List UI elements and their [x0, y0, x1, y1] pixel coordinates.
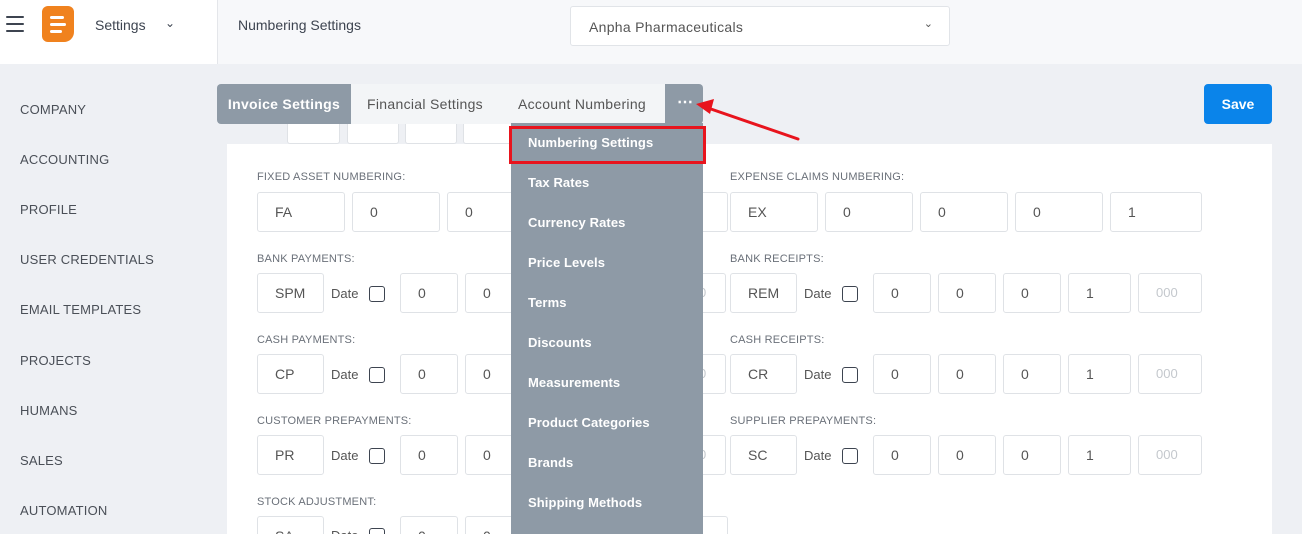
- menu-item-terms[interactable]: Terms: [528, 295, 567, 310]
- save-button[interactable]: Save: [1204, 84, 1272, 124]
- cash-payments-date-checkbox[interactable]: [369, 367, 385, 383]
- tabs-overflow-menu: Numbering Settings Tax Rates Currency Ra…: [511, 123, 703, 534]
- fixed-asset-label: FIXED ASSET NUMBERING:: [257, 171, 406, 183]
- cash-payments-label: CASH PAYMENTS:: [257, 334, 356, 346]
- expense-claims-input-3[interactable]: 0: [1015, 192, 1103, 232]
- fixed-asset-prefix-input[interactable]: FA: [257, 192, 345, 232]
- cash-payments-prefix-input[interactable]: CP: [257, 354, 324, 394]
- fixed-asset-input-2[interactable]: 0: [447, 192, 517, 232]
- cash-receipts-prefix-input[interactable]: CR: [730, 354, 797, 394]
- sidebar-item-projects[interactable]: PROJECTS: [20, 353, 91, 368]
- bank-payments-date-checkbox[interactable]: [369, 286, 385, 302]
- settings-tabs: Invoice Settings Financial Settings Acco…: [217, 84, 703, 124]
- annotation-arrow-icon: [696, 99, 800, 141]
- chevron-down-icon[interactable]: ⌄: [165, 16, 175, 30]
- menu-item-price-levels[interactable]: Price Levels: [528, 255, 605, 270]
- customer-prepayments-label: CUSTOMER PREPAYMENTS:: [257, 415, 412, 427]
- bank-receipts-prefix-input[interactable]: REM: [730, 273, 797, 313]
- bank-receipts-input-2[interactable]: 0: [938, 273, 996, 313]
- chevron-down-icon: ⌄: [923, 18, 933, 30]
- stock-adjustment-input-2[interactable]: 0: [465, 516, 517, 534]
- supplier-prepayments-input-1[interactable]: 0: [873, 435, 931, 475]
- supplier-prepayments-input-3[interactable]: 0: [1003, 435, 1061, 475]
- expense-claims-label: EXPENSE CLAIMS NUMBERING:: [730, 171, 905, 183]
- supplier-prepayments-date-checkbox[interactable]: [842, 448, 858, 464]
- bank-receipts-input-4[interactable]: 1: [1068, 273, 1131, 313]
- customer-prepayments-input-2[interactable]: 0: [465, 435, 517, 475]
- supplier-prepayments-label: SUPPLIER PREPAYMENTS:: [730, 415, 877, 427]
- customer-prepayments-date-checkbox[interactable]: [369, 448, 385, 464]
- sidebar-item-profile[interactable]: PROFILE: [20, 202, 77, 217]
- menu-item-currency-rates[interactable]: Currency Rates: [528, 215, 626, 230]
- sidebar-item-automation[interactable]: AUTOMATION: [20, 503, 107, 518]
- supplier-prepayments-input-2[interactable]: 0: [938, 435, 996, 475]
- tab-financial-settings[interactable]: Financial Settings: [351, 84, 499, 124]
- date-label: Date: [331, 528, 358, 534]
- company-select-value: Anpha Pharmaceuticals: [589, 19, 744, 35]
- stock-adjustment-label: STOCK ADJUSTMENT:: [257, 496, 377, 508]
- menu-item-measurements[interactable]: Measurements: [528, 375, 620, 390]
- expense-claims-prefix-input[interactable]: EX: [730, 192, 818, 232]
- date-label: Date: [331, 286, 359, 301]
- supplier-prepayments-sequence-input[interactable]: 000: [1138, 435, 1202, 475]
- menu-item-shipping-methods[interactable]: Shipping Methods: [528, 495, 642, 510]
- date-label: Date: [804, 367, 832, 382]
- cash-receipts-input-1[interactable]: 0: [873, 354, 931, 394]
- cash-receipts-sequence-input[interactable]: 000: [1138, 354, 1202, 394]
- section-dropdown-label[interactable]: Settings: [95, 17, 146, 33]
- bank-payments-input-2[interactable]: 0: [465, 273, 517, 313]
- sidebar-item-user-credentials[interactable]: USER CREDENTIALS: [20, 252, 154, 267]
- fixed-asset-input-1[interactable]: 0: [352, 192, 440, 232]
- bank-payments-input-1[interactable]: 0: [400, 273, 458, 313]
- bank-receipts-input-1[interactable]: 0: [873, 273, 931, 313]
- expense-claims-input-1[interactable]: 0: [825, 192, 913, 232]
- cash-payments-input-1[interactable]: 0: [400, 354, 458, 394]
- supplier-prepayments-prefix-input[interactable]: SC: [730, 435, 797, 475]
- date-label: Date: [331, 367, 359, 382]
- cash-receipts-input-2[interactable]: 0: [938, 354, 996, 394]
- sidebar-item-accounting[interactable]: ACCOUNTING: [20, 152, 109, 167]
- expense-claims-input-4[interactable]: 1: [1110, 192, 1202, 232]
- cash-receipts-input-3[interactable]: 0: [1003, 354, 1061, 394]
- date-label: Date: [804, 448, 832, 463]
- stock-adjustment-prefix-input[interactable]: SA: [257, 516, 324, 534]
- stock-adjustment-date-checkbox[interactable]: [369, 528, 385, 534]
- tab-account-numbering[interactable]: Account Numbering: [499, 84, 665, 124]
- expense-claims-input-2[interactable]: 0: [920, 192, 1008, 232]
- menu-item-tax-rates[interactable]: Tax Rates: [528, 175, 589, 190]
- date-label: Date: [331, 448, 359, 463]
- customer-prepayments-prefix-input[interactable]: PR: [257, 435, 324, 475]
- menu-item-product-categories[interactable]: Product Categories: [528, 415, 650, 430]
- bank-receipts-sequence-input[interactable]: 000: [1138, 273, 1202, 313]
- cash-receipts-input-4[interactable]: 1: [1068, 354, 1131, 394]
- customer-prepayments-input-1[interactable]: 0: [400, 435, 458, 475]
- sidebar: COMPANY ACCOUNTING PROFILE USER CREDENTI…: [0, 64, 218, 534]
- hamburger-menu-icon[interactable]: [6, 16, 24, 34]
- stock-adjustment-input-1[interactable]: 0: [400, 516, 458, 534]
- bank-receipts-date-checkbox[interactable]: [842, 286, 858, 302]
- menu-item-discounts[interactable]: Discounts: [528, 335, 592, 350]
- cash-receipts-date-checkbox[interactable]: [842, 367, 858, 383]
- cash-receipts-label: CASH RECEIPTS:: [730, 334, 825, 346]
- menu-item-brands[interactable]: Brands: [528, 455, 573, 470]
- sidebar-item-humans[interactable]: HUMANS: [20, 403, 78, 418]
- sidebar-item-sales[interactable]: SALES: [20, 453, 63, 468]
- page-title: Numbering Settings: [238, 17, 361, 33]
- brand-area: Settings ⌄: [0, 0, 218, 64]
- sidebar-item-email-templates[interactable]: EMAIL TEMPLATES: [20, 302, 141, 317]
- app-logo[interactable]: [42, 6, 74, 42]
- top-bar: Settings ⌄ Numbering Settings Anpha Phar…: [0, 0, 1302, 64]
- bank-receipts-input-3[interactable]: 0: [1003, 273, 1061, 313]
- sidebar-item-company[interactable]: COMPANY: [20, 102, 86, 117]
- tab-invoice-settings[interactable]: Invoice Settings: [217, 84, 351, 124]
- company-select[interactable]: Anpha Pharmaceuticals ⌄: [570, 6, 950, 46]
- highlight-box: [509, 126, 706, 164]
- bank-receipts-label: BANK RECEIPTS:: [730, 253, 824, 265]
- date-label: Date: [804, 286, 832, 301]
- supplier-prepayments-input-4[interactable]: 1: [1068, 435, 1131, 475]
- cash-payments-input-2[interactable]: 0: [465, 354, 517, 394]
- bank-payments-prefix-input[interactable]: SPM: [257, 273, 324, 313]
- bank-payments-label: BANK PAYMENTS:: [257, 253, 355, 265]
